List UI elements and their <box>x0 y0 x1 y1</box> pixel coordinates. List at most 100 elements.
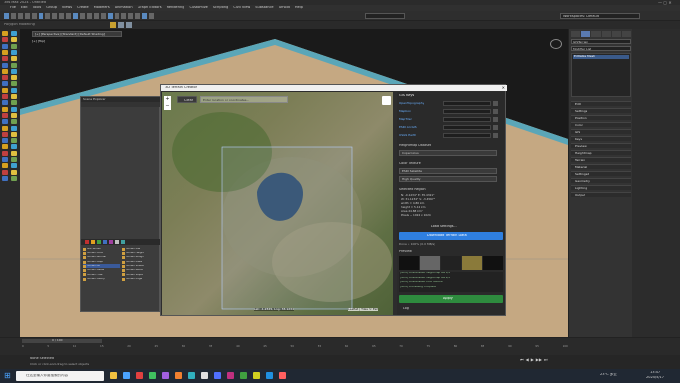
command-tab-icon[interactable] <box>591 31 601 37</box>
gis-key-toggle-icon[interactable] <box>493 133 498 138</box>
scene-filter-icon[interactable] <box>97 240 101 244</box>
menu-item-7[interactable]: Animation <box>115 6 133 10</box>
toolbar-tool-icon[interactable] <box>52 13 58 19</box>
left-tool-icon[interactable] <box>11 75 17 81</box>
toolbar-tool-icon[interactable] <box>114 13 120 19</box>
command-tab-icon[interactable] <box>621 31 632 37</box>
rollout-header[interactable]: Color <box>571 122 631 127</box>
rollout-header[interactable]: Output <box>571 192 631 197</box>
left-tool-icon[interactable] <box>2 68 8 74</box>
gis-key-toggle-icon[interactable] <box>493 117 498 122</box>
menu-item-10[interactable]: Customize <box>189 6 207 10</box>
timeline-ruler[interactable]: 0 5 10 15 20 25 30 35 40 45 50 55 60 65 70 75 80 85 90 95 10… <box>22 345 568 350</box>
left-tool-icon[interactable] <box>11 100 17 106</box>
scene-filter-icon[interactable] <box>109 240 113 244</box>
left-tool-icon[interactable] <box>11 68 17 74</box>
gis-key-input[interactable] <box>443 109 491 114</box>
playback-controls[interactable]: ⏮ ◀ ▶ ▶▶ ⏭ <box>520 357 580 365</box>
load-settings-button[interactable]: Load Settings... <box>427 224 477 230</box>
gis-key-toggle-icon[interactable] <box>493 125 498 130</box>
toolbar-tool-icon[interactable] <box>4 13 9 19</box>
command-tab-icon[interactable] <box>571 31 581 37</box>
gis-key-input[interactable] <box>443 101 491 106</box>
left-tool-icon[interactable] <box>2 163 8 169</box>
left-tool-icon[interactable] <box>2 87 8 93</box>
left-tool-icon[interactable] <box>11 169 17 175</box>
gis-key-toggle-icon[interactable] <box>493 101 498 106</box>
toolbar-tool-icon[interactable] <box>142 13 148 19</box>
left-tool-icon[interactable] <box>2 49 8 55</box>
left-tool-icon[interactable] <box>11 106 17 112</box>
command-tab-icon[interactable] <box>611 31 621 37</box>
left-tool-icon[interactable] <box>2 100 8 106</box>
stack-item[interactable]: Editable Mesh <box>573 55 629 59</box>
clear-button[interactable]: Clear <box>177 96 197 103</box>
gis-key-link[interactable]: ESRI ArcGIS <box>399 126 417 129</box>
taskbar-app-icon[interactable] <box>175 372 182 379</box>
left-tool-icon[interactable] <box>2 62 8 68</box>
left-tool-icon[interactable] <box>2 131 8 137</box>
playback-icon[interactable]: ▶ <box>531 357 534 365</box>
left-tool-icon[interactable] <box>11 62 17 68</box>
taskbar-app-icon[interactable] <box>253 372 260 379</box>
toolbar-tool-icon[interactable] <box>38 13 44 19</box>
menu-item-0[interactable]: File <box>10 6 16 10</box>
left-tool-icon[interactable] <box>2 106 8 112</box>
gis-key-toggle-icon[interactable] <box>493 109 498 114</box>
left-tool-icon[interactable] <box>11 112 17 118</box>
list-item[interactable]: Terrain Edge <box>122 277 159 281</box>
menu-item-12[interactable]: Civil View <box>233 6 250 10</box>
left-tool-icon[interactable] <box>11 157 17 162</box>
left-tool-icon[interactable] <box>11 37 17 43</box>
playback-icon[interactable]: ⏮ <box>520 357 524 365</box>
toolbar-tool-icon[interactable] <box>66 13 72 19</box>
workspace-dropdown[interactable]: Workspaces: Default <box>560 13 640 19</box>
gis-key-link[interactable]: Mapbox <box>399 110 411 113</box>
left-tool-icon[interactable] <box>2 150 8 156</box>
left-tool-icon[interactable] <box>11 175 17 181</box>
menu-item-5[interactable]: Create <box>77 6 89 10</box>
left-tool-icon[interactable] <box>2 157 8 162</box>
viewcube[interactable] <box>550 39 562 49</box>
left-tool-icon[interactable] <box>11 31 17 36</box>
ribbon-icon-2[interactable] <box>118 22 124 28</box>
taskbar-app-icon[interactable] <box>162 372 169 379</box>
taskbar-app-icon[interactable] <box>279 372 286 379</box>
gis-close-icon[interactable]: ✕ <box>502 85 505 90</box>
left-tool-icon[interactable] <box>2 43 8 49</box>
taskbar-search[interactable]: 在这里输入你要搜索的内容 <box>16 371 104 381</box>
left-tool-icon[interactable] <box>2 37 8 43</box>
left-tool-icon[interactable] <box>11 43 17 49</box>
windows-start-icon[interactable]: ⊞ <box>4 372 12 380</box>
left-tool-icon[interactable] <box>11 94 17 99</box>
left-tool-icon[interactable] <box>11 81 17 87</box>
selection-dropdown[interactable] <box>365 13 405 19</box>
ribbon-icon-1[interactable] <box>110 22 116 28</box>
scene-filter-icon[interactable] <box>91 240 95 244</box>
rollout-header[interactable]: Terrain <box>571 157 631 162</box>
left-tool-icon[interactable] <box>11 163 17 169</box>
toolbar-tool-icon[interactable] <box>73 13 78 19</box>
rollout-header[interactable]: GIS <box>571 129 631 134</box>
left-tool-icon[interactable] <box>11 49 17 55</box>
apply-button[interactable]: Apply <box>399 295 503 303</box>
scene-filter-icon[interactable] <box>103 240 107 244</box>
taskbar-app-icon[interactable] <box>123 372 130 379</box>
toolbar-tool-icon[interactable] <box>93 13 99 19</box>
left-tool-icon[interactable] <box>2 94 8 99</box>
menu-item-8[interactable]: Graph Editors <box>138 6 162 10</box>
menu-item-1[interactable]: Edit <box>21 6 28 10</box>
menu-item-3[interactable]: Group <box>46 6 57 10</box>
object-name-field[interactable]: GISTerrain <box>571 39 631 44</box>
gis-titlebar[interactable]: 3D Terrain Creator ✕ <box>161 85 507 91</box>
toolbar-tool-icon[interactable] <box>24 13 30 19</box>
left-tool-icon[interactable] <box>11 131 17 137</box>
taskbar-app-icon[interactable] <box>188 372 195 379</box>
left-tool-icon[interactable] <box>11 150 17 156</box>
left-tool-icon[interactable] <box>2 31 8 36</box>
menu-item-15[interactable]: Help <box>295 6 303 10</box>
left-tool-icon[interactable] <box>11 125 17 131</box>
taskbar-app-icon[interactable] <box>240 372 247 379</box>
toolbar-tool-icon[interactable] <box>128 13 134 19</box>
toolbar-tool-icon[interactable] <box>149 13 154 19</box>
